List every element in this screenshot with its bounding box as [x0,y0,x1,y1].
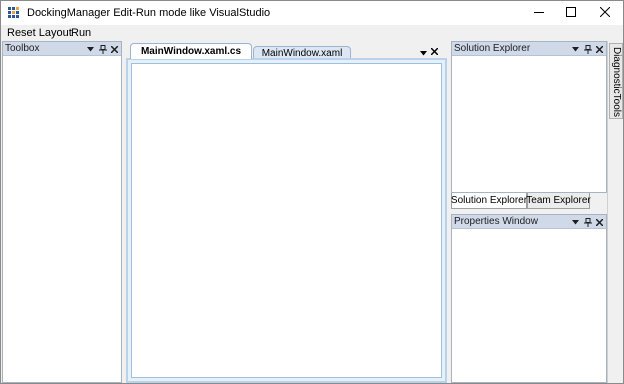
toolbox-title: Toolbox [5,43,40,54]
chevron-down-icon[interactable] [571,45,580,54]
close-icon [599,6,611,20]
toolbox-panel: Toolbox [2,41,122,383]
solution-explorer-header[interactable]: Solution Explorer [452,42,606,56]
chevron-down-icon[interactable] [86,45,95,54]
menu-item-run[interactable]: Run [71,27,91,39]
main-window: DockingManager Edit-Run mode like Visual… [0,0,624,384]
minimize-icon [534,7,544,20]
close-button[interactable] [589,1,621,25]
document-area: MainWindow.xaml.cs MainWindow.xaml [124,41,449,383]
properties-window-title: Properties Window [454,216,538,227]
pin-icon[interactable] [583,44,592,54]
close-icon[interactable] [595,45,604,54]
tab-label: Solution Explorer [450,195,528,206]
tab-diagnostic-tools[interactable]: DiagnosticTools [609,43,623,119]
menu-item-reset-layout[interactable]: Reset Layout [7,27,72,39]
tab-label: Team Explorer [526,195,591,206]
auto-hide-strip: DiagnosticTools [607,41,623,383]
menu-bar: Reset Layout Run [1,25,623,41]
maximize-icon [566,6,576,20]
document-frame [126,58,447,383]
tab-team-explorer[interactable]: Team Explorer [526,193,591,209]
close-icon[interactable] [595,218,604,227]
title-bar: DockingManager Edit-Run mode like Visual… [1,1,623,25]
tab-solution-explorer[interactable]: Solution Explorer [451,193,527,209]
solution-explorer-panel: Solution Explorer [451,41,607,193]
pin-icon[interactable] [98,44,107,54]
toolbox-header[interactable]: Toolbox [3,42,121,56]
app-grid-icon [8,7,20,19]
close-icon[interactable] [430,46,439,58]
minimize-button[interactable] [523,1,555,25]
chevron-down-icon[interactable] [571,218,580,227]
tab-label: DiagnosticTools [611,46,622,118]
tab-label: MainWindow.xaml.cs [140,46,242,57]
maximize-button[interactable] [555,1,587,25]
solution-explorer-title: Solution Explorer [454,43,531,54]
close-icon[interactable] [110,45,119,54]
tab-mainwindow-xaml-cs[interactable]: MainWindow.xaml.cs [130,43,252,59]
tab-label: MainWindow.xaml [261,47,343,59]
document-editor[interactable] [131,63,442,378]
window-title: DockingManager Edit-Run mode like Visual… [27,7,271,19]
pin-icon[interactable] [583,217,592,227]
properties-window-panel: Properties Window [451,214,607,383]
properties-window-header[interactable]: Properties Window [452,215,606,229]
